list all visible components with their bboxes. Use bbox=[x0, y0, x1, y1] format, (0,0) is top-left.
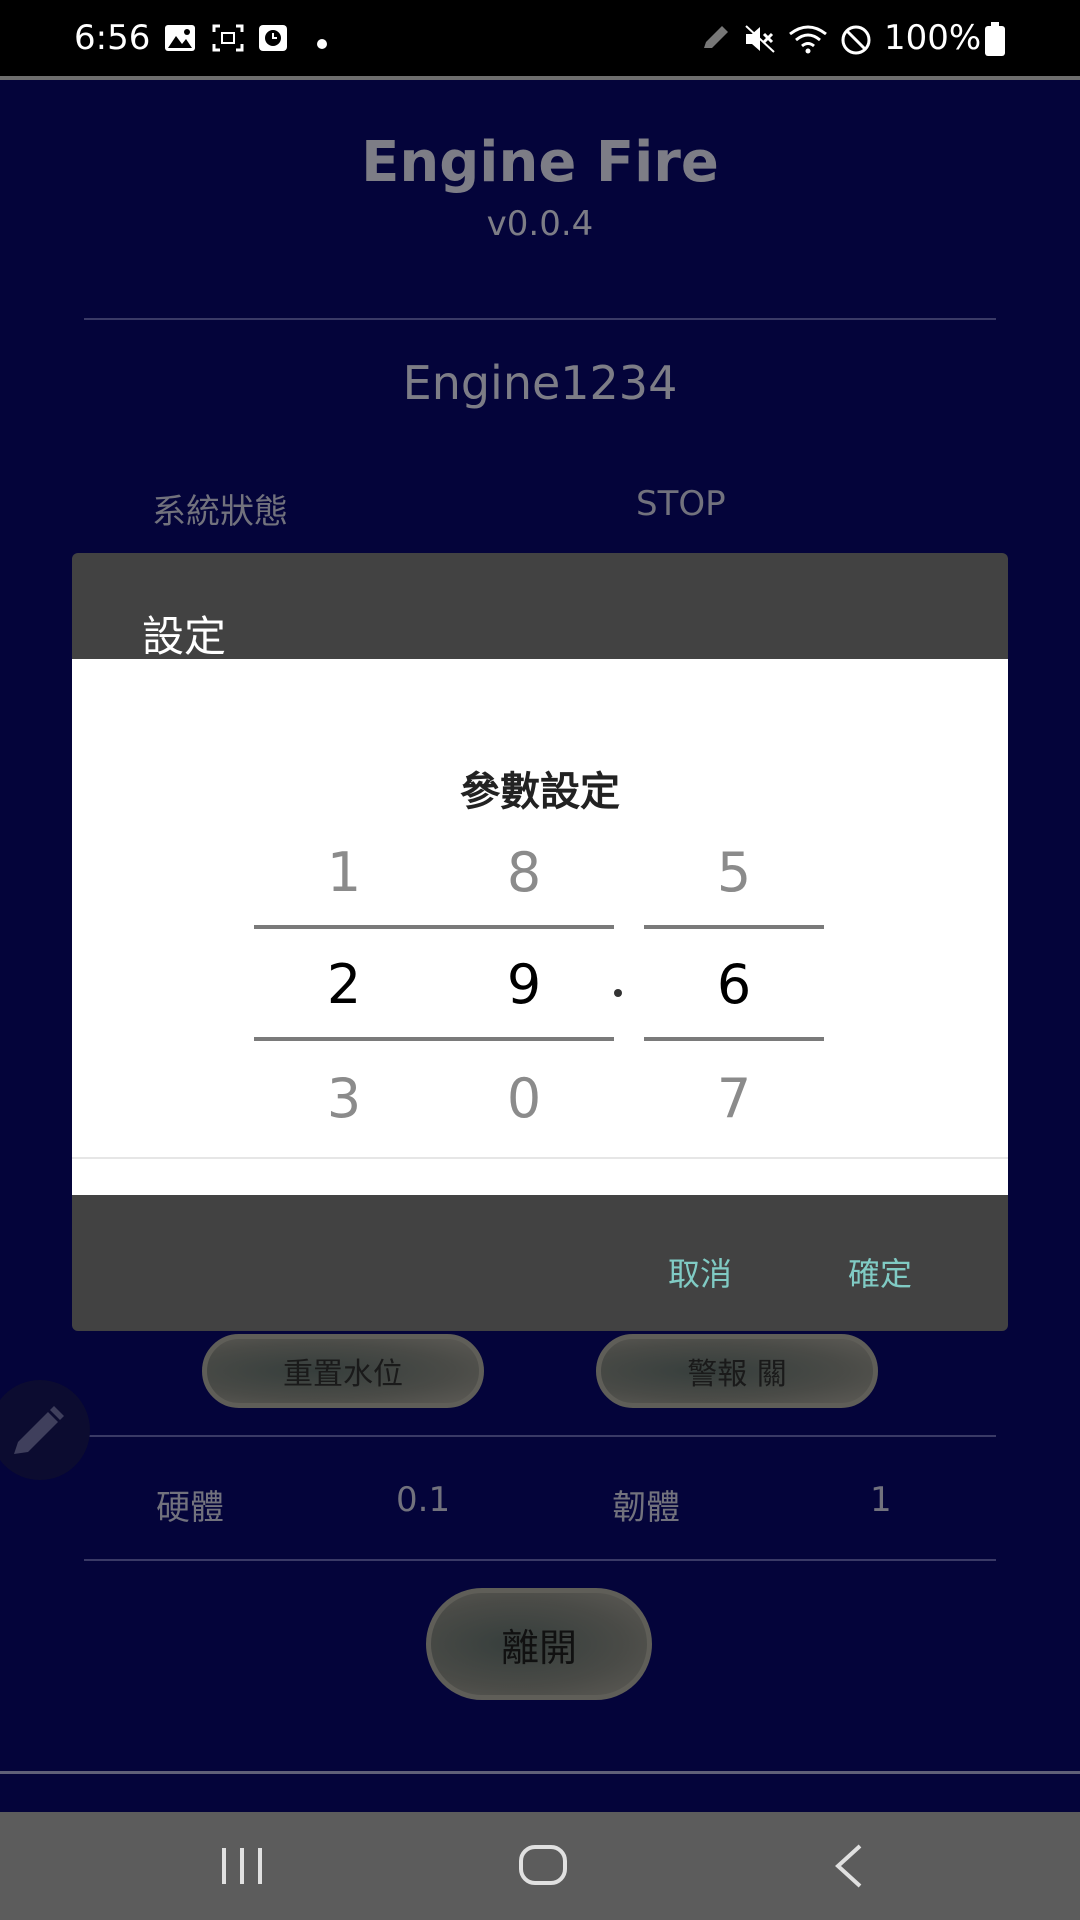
device-name: Engine1234 bbox=[402, 356, 678, 410]
dialog-body: 參數設定 1 2 3 8 9 0 5 6 7 bbox=[72, 659, 1008, 1195]
picker-1-next[interactable]: 3 bbox=[304, 1067, 384, 1130]
dialog-title: 設定 bbox=[142, 612, 227, 661]
firmware-value: 1 bbox=[870, 1480, 892, 1520]
picker-2-prev[interactable]: 8 bbox=[484, 841, 564, 904]
exit-button[interactable]: 離開 bbox=[426, 1588, 652, 1700]
divider bbox=[84, 1559, 996, 1561]
system-status-label: 系統狀態 bbox=[152, 492, 288, 532]
picker-1-selected[interactable]: 2 bbox=[304, 953, 384, 1016]
divider bbox=[84, 318, 996, 320]
alarm-toggle-button[interactable]: 警報 關 bbox=[596, 1334, 878, 1408]
cancel-button[interactable]: 取消 bbox=[668, 1249, 732, 1295]
picker-selection-line bbox=[254, 1037, 614, 1041]
back-icon[interactable] bbox=[830, 1842, 870, 1890]
dialog-footer: 取消 確定 bbox=[72, 1195, 1008, 1331]
app-version: v0.0.4 bbox=[486, 204, 594, 244]
status-bar: 6:56 100% bbox=[0, 0, 1080, 80]
recent-apps-icon[interactable] bbox=[218, 1846, 268, 1886]
navigation-bar bbox=[0, 1812, 1080, 1920]
screenshot-icon bbox=[212, 24, 244, 52]
picker-2-selected[interactable]: 9 bbox=[484, 953, 564, 1016]
confirm-button[interactable]: 確定 bbox=[848, 1249, 912, 1295]
battery-icon bbox=[985, 22, 1005, 56]
picker-selection-line bbox=[644, 1037, 824, 1041]
divider bbox=[0, 1771, 1080, 1774]
settings-dialog: 設定 參數設定 1 2 3 8 9 0 5 6 7 取消 確定 bbox=[72, 553, 1008, 1331]
picker-3-selected[interactable]: 6 bbox=[694, 953, 774, 1016]
divider bbox=[72, 1157, 1008, 1159]
hardware-value: 0.1 bbox=[396, 1480, 451, 1520]
picker-selection-line bbox=[254, 925, 614, 929]
divider bbox=[84, 1435, 996, 1437]
app-title: Engine Fire bbox=[361, 130, 719, 195]
mute-icon bbox=[745, 25, 775, 53]
clock-app-icon bbox=[259, 25, 287, 51]
dot-icon bbox=[317, 39, 327, 49]
picker-title: 參數設定 bbox=[460, 769, 620, 815]
reset-water-level-button[interactable]: 重置水位 bbox=[202, 1334, 484, 1408]
picker-3-prev[interactable]: 5 bbox=[694, 841, 774, 904]
dialog-header: 設定 bbox=[72, 553, 1008, 661]
edit-fab[interactable] bbox=[0, 1380, 90, 1480]
system-status-value: STOP bbox=[636, 484, 726, 524]
picker-3-next[interactable]: 7 bbox=[694, 1067, 774, 1130]
firmware-label: 韌體 bbox=[612, 1488, 680, 1528]
home-icon[interactable] bbox=[518, 1844, 570, 1888]
pencil-icon bbox=[14, 1406, 64, 1454]
decimal-separator bbox=[614, 989, 622, 997]
wifi-icon bbox=[789, 25, 827, 54]
status-time: 6:56 bbox=[74, 18, 151, 58]
image-icon bbox=[165, 25, 195, 51]
picker-1-prev[interactable]: 1 bbox=[304, 841, 384, 904]
battery-percent: 100% bbox=[884, 18, 982, 58]
picker-2-next[interactable]: 0 bbox=[484, 1067, 564, 1130]
picker-selection-line bbox=[644, 925, 824, 929]
hardware-label: 硬體 bbox=[156, 1488, 224, 1528]
dnd-icon bbox=[841, 25, 871, 55]
pen-icon bbox=[704, 26, 728, 48]
